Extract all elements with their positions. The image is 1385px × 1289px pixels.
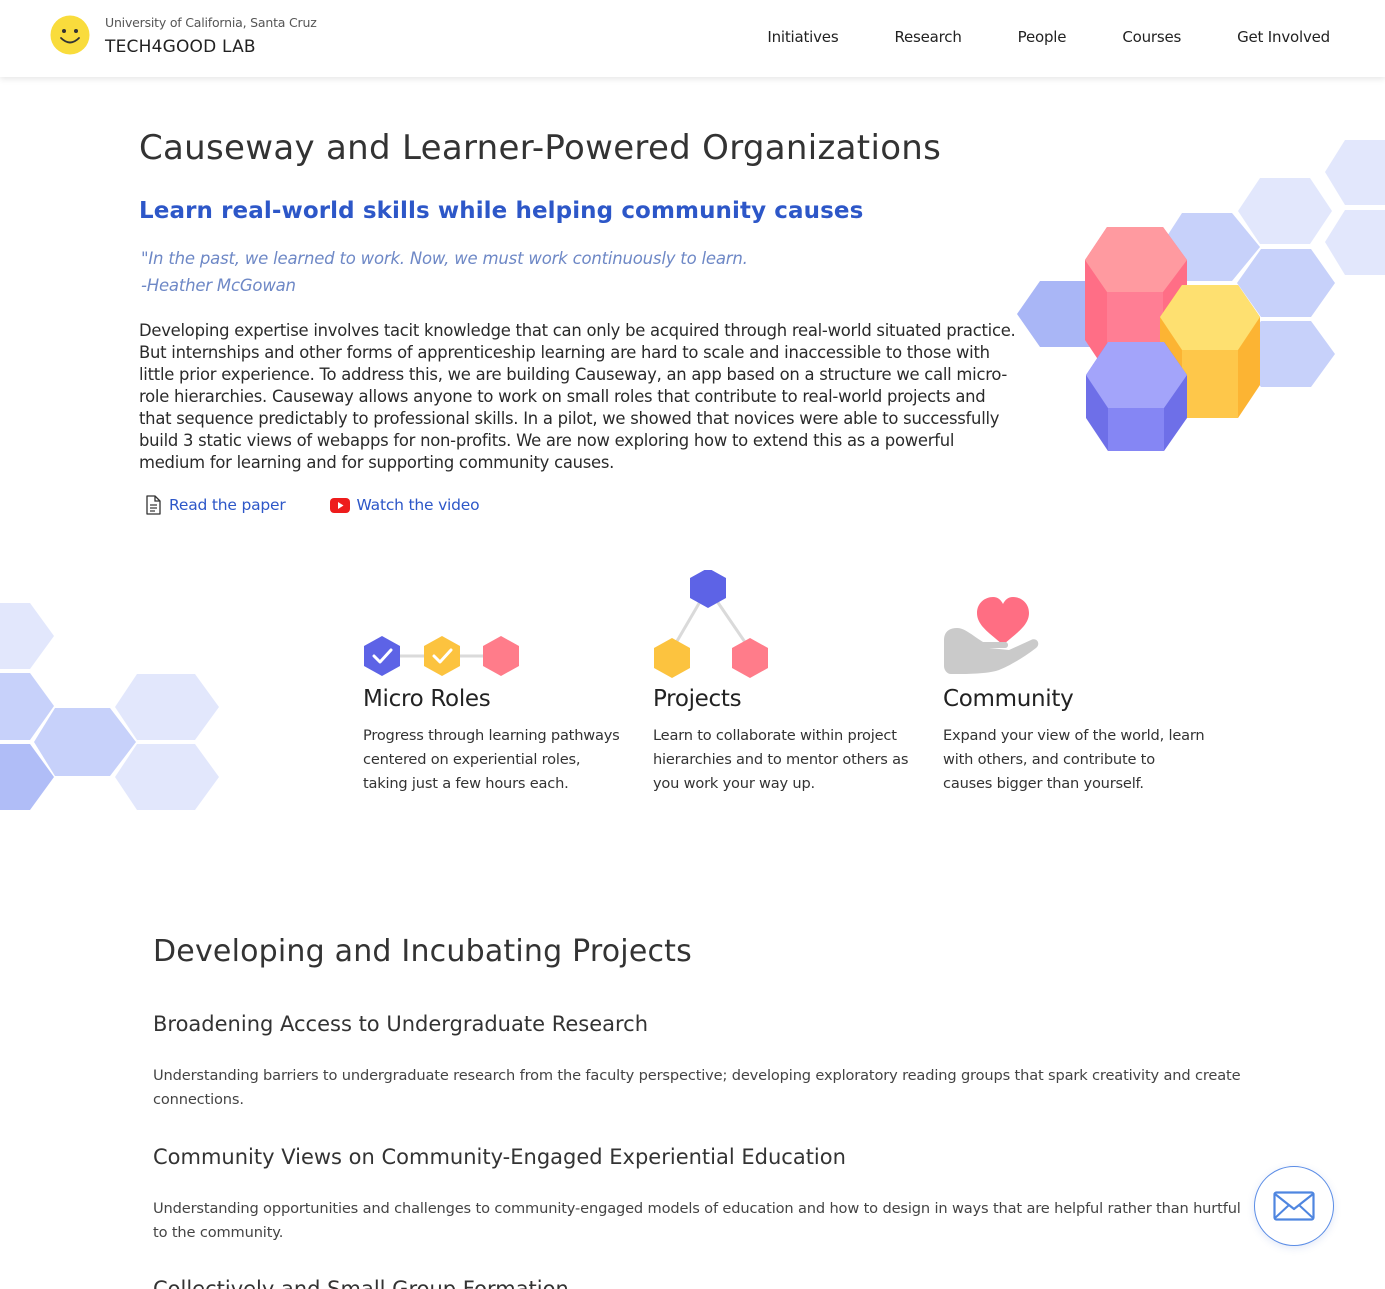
read-paper-link[interactable]: Read the paper: [144, 495, 286, 515]
project-title[interactable]: Collectively and Small Group Formation: [153, 1277, 569, 1289]
nav-people[interactable]: People: [1018, 28, 1067, 46]
site-header: University of California, Santa Cruz TEC…: [0, 0, 1385, 77]
page-title: Causeway and Learner-Powered Organizatio…: [139, 128, 942, 168]
projects-hierarchy-icon: [654, 568, 768, 678]
contact-mail-button[interactable]: [1254, 1166, 1334, 1246]
page-subtitle: Learn real-world skills while helping co…: [139, 198, 864, 224]
quote-author: -Heather McGowan: [141, 276, 296, 295]
feature-text: Expand your view of the world, learn wit…: [943, 727, 1205, 792]
intro-paragraph: Developing expertise involves tacit know…: [139, 321, 1016, 472]
project-title[interactable]: Broadening Access to Undergraduate Resea…: [153, 1012, 648, 1036]
main-nav: Initiatives Research People Courses Get …: [711, 28, 1330, 46]
feature-projects: Projects Learn to collaborate within pro…: [653, 568, 918, 796]
section-title: Developing and Incubating Projects: [153, 934, 692, 969]
feature-micro-roles: Micro Roles Progress through learning pa…: [363, 570, 628, 796]
feature-title: Community: [943, 686, 1074, 712]
project-description: Understanding opportunities and challeng…: [153, 1200, 1241, 1241]
quote-text: "In the past, we learned to work. Now, w…: [141, 249, 748, 268]
smiley-logo-icon[interactable]: [50, 15, 90, 55]
hexagon-illustration: [1017, 140, 1385, 451]
university-name: University of California, Santa Cruz: [105, 15, 317, 30]
resource-links: Read the paper Watch the video: [144, 495, 523, 515]
project-description: Understanding barriers to undergraduate …: [153, 1067, 1241, 1108]
hexagon-decoration-left: [0, 603, 219, 810]
heart-in-hand-icon: [944, 597, 1039, 674]
nav-research[interactable]: Research: [894, 28, 961, 46]
feature-text: Learn to collaborate within project hier…: [653, 727, 909, 792]
nav-get-involved[interactable]: Get Involved: [1237, 28, 1330, 46]
watch-video-label: Watch the video: [356, 496, 480, 514]
nav-initiatives[interactable]: Initiatives: [767, 28, 838, 46]
youtube-play-icon: [329, 497, 350, 513]
project-title[interactable]: Community Views on Community-Engaged Exp…: [153, 1145, 846, 1169]
quote: "In the past, we learned to work. Now, w…: [141, 245, 748, 299]
feature-title: Micro Roles: [363, 686, 491, 712]
envelope-icon: [1273, 1191, 1315, 1221]
feature-title: Projects: [653, 686, 742, 712]
read-paper-label: Read the paper: [169, 496, 286, 514]
feature-text: Progress through learning pathways cente…: [363, 727, 620, 792]
micro-roles-icon: [364, 636, 519, 676]
lab-name[interactable]: TECH4GOOD LAB: [105, 37, 256, 57]
watch-video-link[interactable]: Watch the video: [329, 496, 480, 514]
document-icon: [146, 495, 161, 515]
feature-community: Community Expand your view of the world,…: [943, 570, 1208, 796]
nav-courses[interactable]: Courses: [1122, 28, 1181, 46]
